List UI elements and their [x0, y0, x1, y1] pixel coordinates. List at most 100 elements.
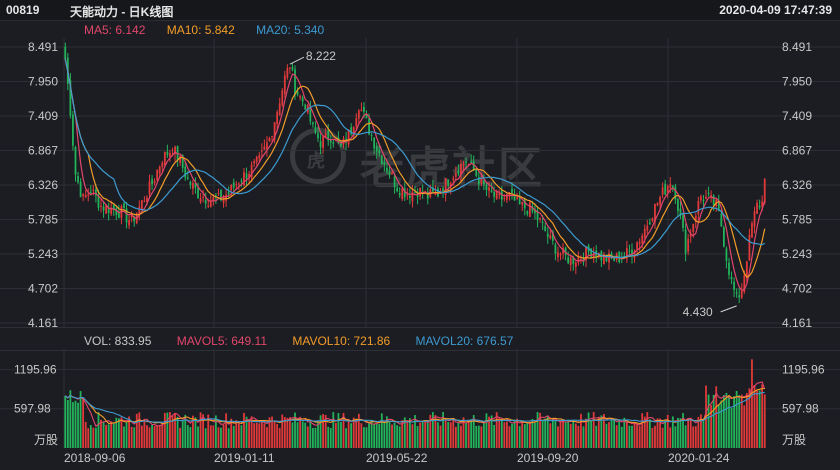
candle-body	[289, 67, 291, 69]
candle-body	[281, 90, 284, 105]
volume-bar	[125, 422, 128, 448]
candle-body	[498, 193, 501, 196]
volume-bar	[411, 424, 414, 448]
volume-bar	[84, 421, 87, 448]
volume-bar	[679, 418, 682, 448]
candle-body	[386, 167, 388, 172]
volume-bar	[263, 423, 266, 448]
volume-bar	[232, 425, 235, 448]
price-tick-left: 7.409	[28, 109, 58, 123]
candle-body	[153, 180, 156, 184]
candle-body	[470, 161, 473, 163]
candle-body	[222, 197, 225, 203]
date-tick-label: 2018-09-06	[64, 451, 126, 465]
candle-body	[79, 181, 82, 197]
candle-body	[309, 108, 312, 122]
volume-bar	[633, 422, 636, 448]
candle-body	[245, 173, 248, 179]
volume-bar	[322, 414, 324, 448]
volume-bar	[551, 418, 554, 448]
volume-bar	[465, 422, 467, 448]
volume-tick-left: 1195.96	[14, 362, 57, 376]
volume-bar	[528, 421, 531, 448]
candle-body	[225, 194, 227, 201]
volume-bar	[237, 423, 240, 448]
volume-bar	[689, 417, 692, 448]
candle-body	[286, 67, 289, 78]
volume-bar	[608, 422, 610, 448]
candle-body	[360, 109, 363, 111]
volume-bar	[610, 419, 613, 448]
volume-bar	[217, 427, 220, 448]
volume-bar	[179, 427, 182, 448]
volume-bar	[276, 423, 279, 448]
candle-body	[682, 214, 684, 228]
candle-body	[266, 142, 268, 150]
volume-bar	[301, 421, 304, 448]
candle-body	[511, 188, 513, 193]
volume-bar	[66, 400, 69, 448]
candle-body	[240, 180, 243, 182]
volume-bar	[373, 423, 376, 448]
candle-body	[186, 177, 189, 179]
volume-bar	[574, 423, 577, 448]
candle-body	[375, 146, 378, 152]
candle-body	[184, 166, 187, 178]
candle-body	[641, 235, 644, 243]
candle-body	[488, 187, 490, 191]
candle-body	[712, 195, 715, 206]
candle-body	[340, 143, 342, 147]
volume-bar	[457, 422, 460, 448]
candle-body	[643, 228, 646, 238]
candle-body	[664, 183, 667, 195]
candle-body	[230, 185, 233, 191]
volume-bar	[255, 422, 258, 448]
candle-body	[163, 151, 166, 166]
volume-bar	[378, 424, 381, 448]
volume-bar	[513, 419, 516, 448]
volume-bar	[661, 427, 664, 448]
candle-body	[332, 142, 335, 144]
candle-body	[722, 227, 725, 247]
volume-bar	[516, 418, 519, 448]
volume-bar	[260, 420, 263, 448]
candle-body	[661, 187, 664, 195]
volume-bar	[735, 390, 738, 448]
volume-bar	[135, 413, 138, 448]
price-tick-left: 4.702	[28, 282, 58, 296]
candle-body	[544, 226, 547, 232]
volume-bar	[69, 390, 72, 448]
candle-body	[140, 200, 143, 211]
volume-tick-left: 万股	[34, 433, 58, 447]
volume-bar	[158, 425, 161, 448]
candle-body	[528, 202, 531, 217]
candle-body	[189, 181, 192, 185]
volume-bar	[503, 422, 506, 448]
volume-bar	[544, 418, 547, 448]
candle-body	[391, 173, 393, 175]
volume-bar	[110, 421, 113, 448]
candle-body	[628, 250, 631, 252]
volume-bar	[557, 426, 559, 448]
candle-body	[156, 170, 159, 181]
candle-body	[158, 166, 161, 174]
volume-bar	[498, 417, 501, 448]
price-tick-right: 7.409	[782, 109, 812, 123]
candle-body	[462, 164, 465, 166]
volume-bar	[582, 426, 585, 448]
candle-body	[669, 184, 672, 189]
price-tick-left: 6.867	[28, 144, 58, 158]
candle-body	[720, 213, 723, 227]
volume-bar	[240, 425, 243, 448]
price-tick-left: 6.326	[28, 178, 58, 192]
volume-bar	[562, 419, 564, 448]
candle-body	[516, 196, 519, 199]
date-tick-label: 2020-01-24	[668, 451, 730, 465]
ma10-line	[64, 59, 766, 278]
price-tick-right: 4.161	[782, 316, 812, 330]
candle-body	[235, 184, 238, 186]
volume-bar	[143, 418, 146, 448]
candle-body	[411, 191, 414, 202]
candle-body	[179, 155, 182, 163]
volume-bar	[309, 421, 312, 448]
